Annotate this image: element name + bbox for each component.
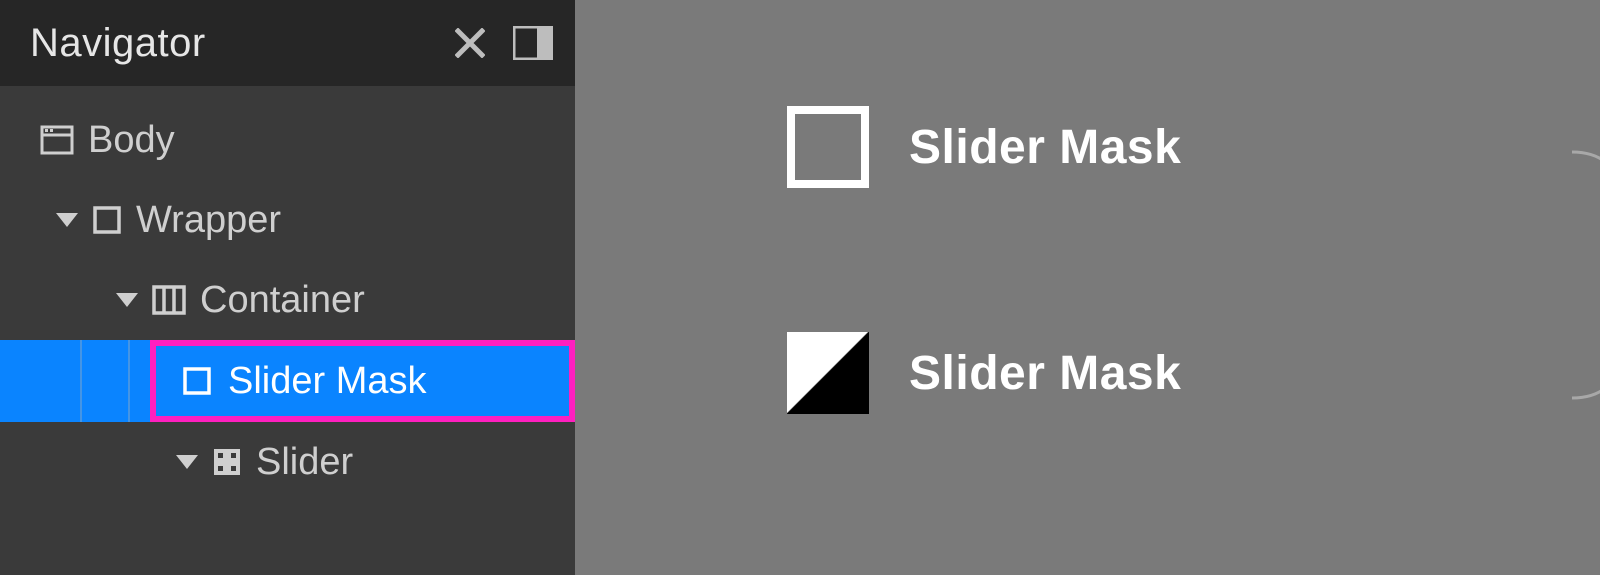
annotation-item-mask: Slider Mask bbox=[787, 332, 1181, 414]
tree-indent-guides bbox=[0, 340, 150, 422]
tree-item-container[interactable]: Container bbox=[0, 260, 575, 340]
div-outline-icon bbox=[787, 106, 869, 188]
tree-item-slider[interactable]: Slider bbox=[0, 422, 575, 502]
slider-icon bbox=[212, 447, 242, 477]
body-icon bbox=[40, 125, 74, 155]
tree-item-label: Body bbox=[88, 119, 175, 162]
annotation-area: Slider Mask Slider Mask SAME CLASS bbox=[575, 0, 1600, 575]
tree-item-body[interactable]: Body bbox=[0, 100, 575, 180]
tree-item-label: Wrapper bbox=[136, 199, 281, 242]
div-icon bbox=[182, 366, 212, 396]
annotation-label: Slider Mask bbox=[909, 346, 1181, 401]
div-icon bbox=[92, 205, 122, 235]
container-icon bbox=[152, 285, 186, 315]
tree-item-label: Slider bbox=[256, 441, 353, 484]
tree-item-label: Slider Mask bbox=[228, 360, 427, 403]
tree-item-selected-highlight: Slider Mask bbox=[150, 340, 575, 422]
chevron-down-icon[interactable] bbox=[116, 293, 138, 307]
navigator-panel: Navigator bbox=[0, 0, 575, 575]
connector-bracket-icon bbox=[1570, 150, 1600, 400]
navigator-tree: Body Wrapper Container bbox=[0, 86, 575, 502]
tree-item-wrapper[interactable]: Wrapper bbox=[0, 180, 575, 260]
navigator-header-actions bbox=[455, 26, 553, 60]
tree-item-slider-mask[interactable]: Slider Mask bbox=[0, 340, 575, 422]
tree-item-label: Container bbox=[200, 279, 365, 322]
navigator-header: Navigator bbox=[0, 0, 575, 86]
mask-icon bbox=[787, 332, 869, 414]
close-icon[interactable] bbox=[455, 28, 485, 58]
chevron-down-icon[interactable] bbox=[56, 213, 78, 227]
chevron-down-icon[interactable] bbox=[176, 455, 198, 469]
annotation-label: Slider Mask bbox=[909, 120, 1181, 175]
panel-toggle-icon[interactable] bbox=[513, 26, 553, 60]
annotation-item-div: Slider Mask bbox=[787, 106, 1181, 188]
navigator-title: Navigator bbox=[30, 21, 455, 66]
